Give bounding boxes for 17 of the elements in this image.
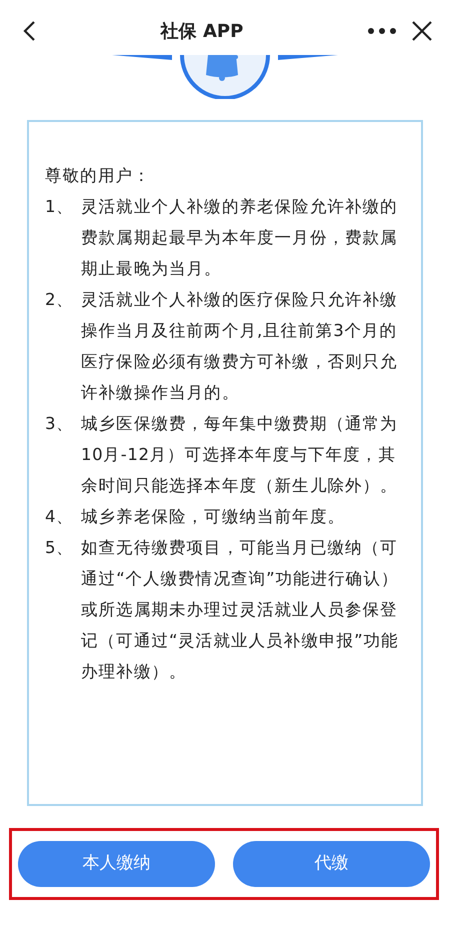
item-number: 2、 xyxy=(45,289,75,311)
notice-text: 如查无待缴费项目，可能当月已缴纳（可通过“个人缴费情况查询”功能进行确认）或所选属期未办理过灵活就业人员参保登记（可通过“灵活就业人员补缴申报”功能办理补缴）。 xyxy=(81,537,400,683)
item-number: 5、 xyxy=(45,537,75,559)
item-number: 4、 xyxy=(45,506,75,528)
page-title: 社保 APP xyxy=(160,20,244,44)
item-number: 1、 xyxy=(45,196,75,218)
greeting-text: 尊敬的用户： xyxy=(45,165,152,187)
close-icon[interactable] xyxy=(412,21,432,41)
notice-text: 灵活就业个人补缴的医疗保险只允许补缴操作当月及往前两个月,且往前第3个月的医疗保险必须有缴费方可补缴，否则只允许补缴操作当月的。 xyxy=(81,289,399,404)
more-icon[interactable] xyxy=(368,28,396,34)
notice-text: 灵活就业个人补缴的养老保险允许补缴的费款属期起最早为本年度一月份，费款属期止最晚为当月。 xyxy=(81,196,399,280)
pay-button[interactable]: 代缴 xyxy=(233,841,430,887)
pay-button[interactable]: 本人缴纳 xyxy=(18,841,215,887)
item-number: 3、 xyxy=(45,413,75,435)
back-icon[interactable] xyxy=(22,20,36,42)
notice-text: 城乡养老保险，可缴纳当前年度。 xyxy=(81,506,345,528)
notice-text: 城乡医保缴费，每年集中缴费期（通常为10月-12月）可选择本年度与下年度，其余时间只能选择本年度（新生儿除外）。 xyxy=(81,413,399,497)
